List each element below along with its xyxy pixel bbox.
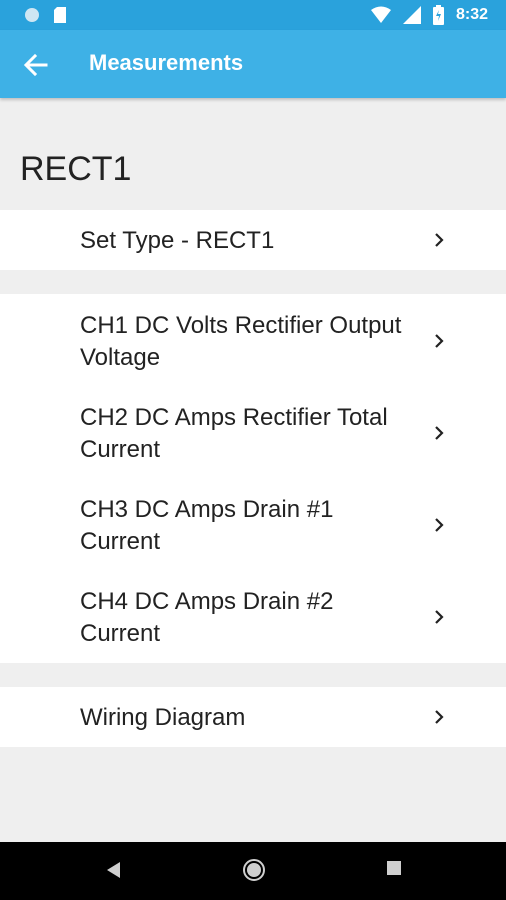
list-item-label: CH4 DC Amps Drain #2 Current	[80, 588, 334, 647]
list-item-label: CH1 DC Volts Rectifier Output Voltage	[80, 312, 402, 371]
section-title: RECT1	[20, 150, 132, 188]
recents-square-icon[interactable]	[386, 860, 402, 876]
back-triangle-icon[interactable]	[104, 860, 122, 880]
chevron-right-icon	[435, 426, 444, 440]
list-item-ch4[interactable]: CH4 DC Amps Drain #2 Current	[0, 570, 506, 663]
list-item-wiring-diagram[interactable]: Wiring Diagram	[0, 687, 506, 747]
list-item-set-type[interactable]: Set Type - RECT1	[0, 210, 506, 270]
cell-signal-icon	[402, 6, 421, 24]
home-circle-icon[interactable]	[242, 858, 266, 882]
status-time: 8:32	[455, 6, 488, 23]
chevron-right-icon	[435, 233, 444, 247]
settings-group-3: Wiring Diagram	[0, 687, 506, 747]
status-bar: 8:32	[0, 0, 506, 30]
chevron-right-icon	[435, 610, 444, 624]
status-left-icons	[24, 7, 66, 23]
chevron-right-icon	[435, 518, 444, 532]
chevron-right-icon	[435, 334, 444, 348]
wifi-icon	[370, 6, 391, 23]
page-title: Measurements	[89, 50, 244, 75]
list-item-ch2[interactable]: CH2 DC Amps Rectifier Total Current	[0, 386, 506, 478]
list-item-label: Set Type - RECT1	[80, 227, 275, 254]
chevron-right-icon	[435, 710, 444, 724]
circle-notification-icon	[25, 8, 39, 22]
settings-group-1: Set Type - RECT1	[0, 210, 506, 270]
sd-card-icon	[54, 7, 66, 23]
list-item-label: Wiring Diagram	[80, 704, 246, 731]
battery-icon	[432, 5, 444, 25]
list-item-ch1[interactable]: CH1 DC Volts Rectifier Output Voltage	[0, 294, 506, 386]
app-bar: Measurements	[0, 30, 506, 98]
list-item-ch3[interactable]: CH3 DC Amps Drain #1 Current	[0, 478, 506, 570]
list-item-label: CH3 DC Amps Drain #1 Current	[80, 496, 334, 555]
status-right-icons: 8:32	[370, 5, 488, 25]
list-item-label: CH2 DC Amps Rectifier Total Current	[80, 404, 388, 463]
settings-group-2: CH1 DC Volts Rectifier Output Voltage CH…	[0, 294, 506, 663]
navigation-bar	[0, 842, 506, 900]
arrow-back-icon[interactable]	[22, 52, 48, 78]
